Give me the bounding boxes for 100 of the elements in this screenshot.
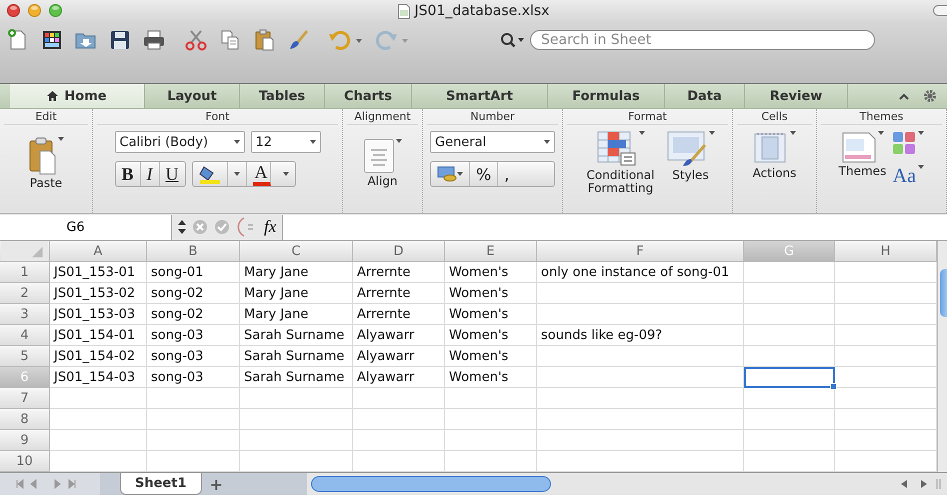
settings-icon[interactable] [923,89,937,103]
clipboard-icon[interactable] [28,137,56,175]
table-cell-text: Women's [448,285,510,303]
search-field[interactable]: Search in Sheet [530,30,875,50]
row-header[interactable]: 2 [0,283,50,304]
table-cell-text: Arrernte [356,285,412,303]
caret-icon [544,140,550,144]
number-format-dropdown[interactable]: General [430,131,555,153]
font-name-dropdown[interactable]: Calibri (Body) [114,131,244,153]
caret-icon [790,131,796,135]
row-header[interactable]: 4 [0,325,50,346]
scroll-arrows-icon[interactable] [899,478,943,490]
add-sheet-button[interactable]: + [202,473,231,495]
comma-button[interactable]: , [498,162,516,186]
actions-button[interactable]: Actions [752,167,796,180]
collapse-ribbon-icon[interactable] [899,92,909,100]
table-cell-text: Sarah Surname [243,327,346,345]
table-cell-text: song-01 [150,264,204,282]
table-cell-text: Arrernte [356,264,412,282]
column-header[interactable]: H [835,241,937,262]
row-header[interactable]: 10 [0,451,50,472]
vertical-scrollbar[interactable] [937,241,947,472]
formula-input[interactable] [282,214,947,240]
table-cell-text: Alyawarr [356,348,416,366]
conditional-formatting-icon[interactable] [596,131,636,167]
name-box[interactable]: G6 [0,214,172,240]
sheet-tab[interactable]: Sheet1 [120,473,202,495]
ribbon-tab[interactable]: Home [10,84,145,108]
insert-function-button[interactable]: fx [264,217,276,237]
column-header[interactable]: D [353,241,445,262]
row-header[interactable]: 9 [0,430,50,451]
table-cell-text: Women's [448,348,510,366]
themes-icon[interactable] [842,131,876,163]
group-label: Number [427,109,558,125]
table-cell-text: JS01_154-01 [52,327,136,345]
font-size-dropdown[interactable]: 12 [250,131,320,153]
row-header[interactable]: 7 [0,388,50,409]
table-cell-text: Women's [448,264,510,282]
group-label: Font [97,109,338,125]
table-cell-text: JS01_154-03 [52,369,136,387]
row-header[interactable]: 3 [0,304,50,325]
ribbon-tab[interactable]: Review [745,84,848,108]
table-cell-text: song-03 [150,327,204,345]
column-header[interactable]: F [537,241,744,262]
align-button[interactable]: Align [367,175,398,188]
group-label: Edit [4,109,88,125]
table-cell-text: JS01_154-02 [52,348,136,366]
column-header[interactable]: E [445,241,537,262]
minimize-button[interactable] [28,4,41,17]
caret-icon [918,131,924,135]
save-icon[interactable] [108,28,132,52]
column-header[interactable]: C [240,241,353,262]
row-header[interactable]: 5 [0,346,50,367]
stepper-icon[interactable] [178,220,186,234]
column-header[interactable]: A [50,241,147,262]
row-header[interactable]: 8 [0,409,50,430]
underline-button[interactable]: U [160,162,185,186]
ribbon-tab[interactable]: Formulas [548,84,665,108]
table-cell-text: song-02 [150,285,204,303]
gallery-icon[interactable] [40,28,64,52]
ribbon-tab[interactable]: SmartArt [412,84,548,108]
close-button[interactable] [7,4,20,17]
table-cell-text: JS01_153-01 [52,264,136,282]
caret-icon [457,172,463,176]
caret-icon [282,172,289,176]
caret-icon [638,131,644,135]
zoom-button[interactable] [49,4,62,17]
ribbon-tab[interactable]: Layout [145,84,240,108]
styles-button[interactable]: Styles [672,169,709,182]
conditional-formatting-button[interactable]: Conditional Formatting [580,169,660,195]
italic-button[interactable]: I [140,162,160,186]
print-icon[interactable] [142,28,166,52]
theme-fonts-button[interactable]: Aa [892,165,916,188]
column-header[interactable]: B [147,241,240,262]
ribbon-tab[interactable]: Tables [240,84,325,108]
align-icon[interactable] [364,139,394,173]
row-header[interactable]: 1 [0,262,50,283]
cells-icon[interactable] [754,131,788,165]
table-cell-text: Alyawarr [356,369,416,387]
table-cell-text: JS01_153-03 [52,306,136,324]
caret-icon [234,140,240,144]
table-cell-text: Mary Jane [243,285,310,303]
fill-handle[interactable] [830,383,837,390]
horizontal-scrollbar-thumb[interactable] [310,476,551,492]
caret-icon [58,137,64,141]
table-cell-text: only one instance of song-01 [540,264,730,282]
paste-button[interactable]: Paste [30,177,62,190]
styles-icon[interactable] [666,131,706,167]
ribbon-tab[interactable]: Charts [325,84,412,108]
selected-cell[interactable] [744,367,835,388]
cut-icon[interactable] [184,28,208,52]
table-cell-text: sounds like eg-09? [540,327,664,345]
ribbon-tab[interactable]: Data [665,84,745,108]
theme-colors-icon[interactable] [892,131,916,155]
font-color-button[interactable]: A [252,162,271,186]
search-icon[interactable] [500,32,526,48]
bold-button[interactable]: B [116,162,141,186]
document-icon [398,4,410,18]
themes-button[interactable]: Themes [838,165,886,178]
percent-button[interactable]: % [470,162,498,186]
